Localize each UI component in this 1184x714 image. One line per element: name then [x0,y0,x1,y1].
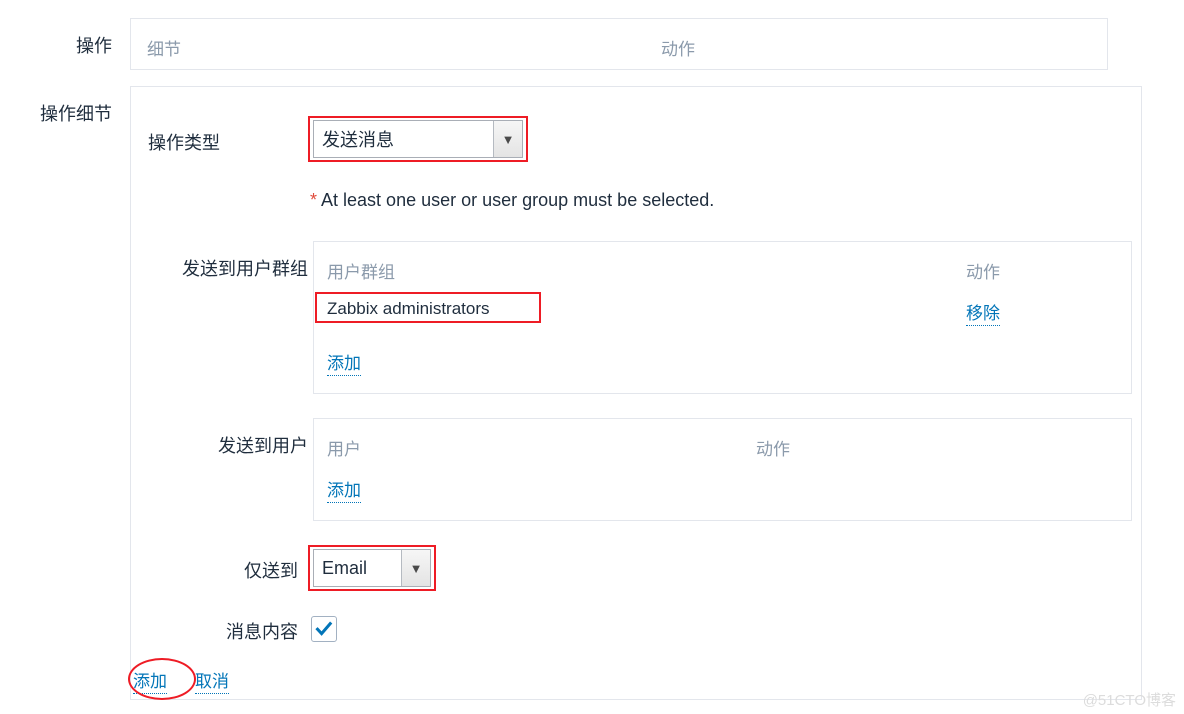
column-header-action: 动作 [661,40,695,59]
operation-details-row-label: 操作细节 [40,104,112,124]
required-asterisk: * [310,190,318,210]
add-operation-button[interactable]: 添加 [133,667,167,694]
checkmark-icon [315,621,333,636]
send-only-to-value: Email [322,557,368,578]
column-header-user-action: 动作 [756,440,790,459]
send-only-to-label: 仅送到 [244,561,298,581]
operation-type-select[interactable]: 发送消息 ▼ [313,120,523,158]
operation-type-label: 操作类型 [148,133,220,153]
chevron-down-icon[interactable]: ▼ [493,121,522,157]
send-to-users-label: 发送到用户 [218,436,308,456]
remove-user-group-link[interactable]: 移除 [966,299,1000,326]
cancel-operation-button[interactable]: 取消 [195,667,229,694]
operation-header-table: 细节 动作 [130,18,1108,70]
send-only-to-select[interactable]: Email ▼ [313,549,431,587]
add-user-group-link[interactable]: 添加 [327,349,361,376]
table-row-user-group-name: Zabbix administrators [327,299,490,318]
column-header-user-group-action: 动作 [966,263,1000,282]
column-header-details: 细节 [147,40,181,59]
operation-row-label: 操作 [76,36,112,56]
chevron-down-icon[interactable]: ▼ [401,550,430,586]
watermark: @51CTO博客 [1082,692,1176,709]
user-groups-table: 用户群组 动作 Zabbix administrators 移除 添加 [313,241,1132,394]
required-note-text: At least one user or user group must be … [321,190,715,210]
users-table: 用户 动作 添加 [313,418,1132,521]
send-to-user-groups-label: 发送到用户群组 [182,259,308,279]
add-user-link[interactable]: 添加 [327,476,361,503]
column-header-user: 用户 [327,440,361,459]
operation-type-value: 发送消息 [322,130,394,150]
required-note: * At least one user or user group must b… [310,190,714,211]
column-header-user-group: 用户群组 [327,263,395,282]
message-content-checkbox[interactable] [311,616,337,642]
message-content-label: 消息内容 [226,622,298,642]
